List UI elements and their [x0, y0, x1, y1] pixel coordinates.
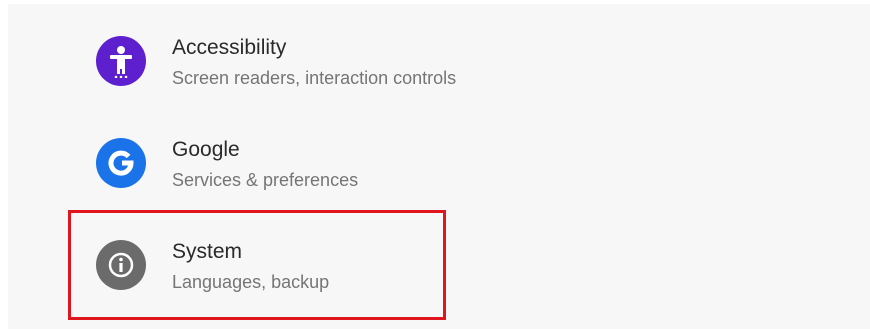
google-icon — [96, 138, 146, 188]
settings-item-accessibility[interactable]: Accessibility Screen readers, interactio… — [88, 28, 648, 108]
settings-item-title: Accessibility — [172, 36, 287, 59]
settings-item-subtitle: Languages, backup — [172, 272, 330, 292]
settings-item-subtitle: Services & preferences — [172, 170, 359, 190]
settings-item-system[interactable]: System Languages, backup — [88, 232, 648, 312]
settings-item-google[interactable]: Google Services & preferences — [88, 130, 648, 210]
accessibility-icon — [96, 36, 146, 86]
info-icon — [96, 240, 146, 290]
settings-item-subtitle: Screen readers, interaction controls — [172, 68, 457, 88]
settings-item-title: System — [172, 240, 243, 263]
settings-item-title: Google — [172, 138, 240, 161]
